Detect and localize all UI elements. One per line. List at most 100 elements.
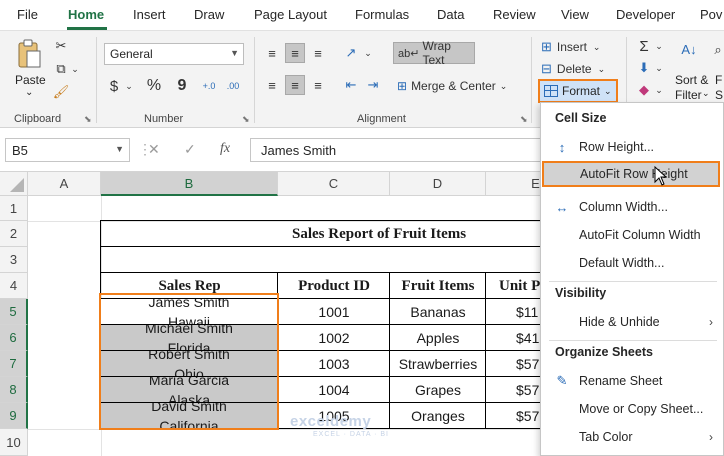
select-all-corner[interactable] xyxy=(0,172,28,196)
comma-style-button[interactable]: 9 xyxy=(172,75,192,97)
row-header-7[interactable]: 7 xyxy=(0,351,28,377)
currency-button[interactable]: $ xyxy=(104,75,124,97)
menu-item-row-height[interactable]: ↕ Row Height... xyxy=(541,134,723,160)
row-header-10[interactable]: 10 xyxy=(0,429,28,456)
format-painter-icon[interactable]: 🖌 xyxy=(53,84,70,100)
enter-icon[interactable]: ✓ xyxy=(184,141,196,158)
sort-filter-label-2[interactable]: Filter xyxy=(675,88,702,102)
tab-insert[interactable]: Insert xyxy=(133,7,166,22)
tab-data[interactable]: Data xyxy=(437,7,464,22)
number-launcher-icon[interactable]: ⬊ xyxy=(242,114,250,125)
unit-price-cell[interactable]: $41 xyxy=(486,325,546,351)
sales-rep-cell[interactable]: Maria Garcia Alaska xyxy=(101,377,277,403)
align-left-icon[interactable]: ≡ xyxy=(262,75,282,95)
clipboard-launcher-icon[interactable]: ⬊ xyxy=(84,114,92,125)
format-cells-button[interactable]: Format ⌄ xyxy=(538,79,618,103)
menu-item-hide-unhide[interactable]: Hide & Unhide › xyxy=(541,309,723,335)
delete-cells-button[interactable]: ⊟ Delete ⌄ xyxy=(541,59,621,79)
find-select-icon[interactable]: ⌕ xyxy=(712,39,724,61)
find-select-label-1[interactable]: F xyxy=(715,73,722,87)
tab-draw[interactable]: Draw xyxy=(194,7,224,22)
copy-dropdown-icon[interactable]: ⌄ xyxy=(70,61,80,77)
fruit-item-cell[interactable]: Oranges xyxy=(390,403,486,429)
insert-function-icon[interactable]: fx xyxy=(220,141,230,157)
unit-price-cell[interactable]: $57 xyxy=(486,377,546,403)
tab-developer[interactable]: Developer xyxy=(616,7,675,22)
increase-indent-icon[interactable]: ⇥ xyxy=(363,75,383,95)
menu-item-rename-sheet[interactable]: ✎ Rename Sheet xyxy=(541,368,723,394)
find-select-label-2[interactable]: S xyxy=(715,88,723,102)
clear-dropdown-icon[interactable]: ⌄ xyxy=(654,81,664,99)
align-center-icon[interactable]: ≡ xyxy=(285,75,305,95)
orientation-icon[interactable]: ↗ xyxy=(341,43,361,63)
align-top-icon[interactable]: ≡ xyxy=(262,43,282,63)
tab-view[interactable]: View xyxy=(561,7,589,22)
row-header-1[interactable]: 1 xyxy=(0,196,28,221)
product-id-cell[interactable]: 1001 xyxy=(278,299,390,325)
wrap-text-button[interactable]: ab↵ Wrap Text xyxy=(393,39,475,67)
header-fruit-items[interactable]: Fruit Items xyxy=(390,273,486,299)
row-header-2[interactable]: 2 xyxy=(0,221,28,247)
menu-item-move-copy-sheet[interactable]: Move or Copy Sheet... xyxy=(541,396,723,422)
orientation-dropdown-icon[interactable]: ⌄ xyxy=(363,43,373,63)
sort-filter-icon[interactable]: A↓ xyxy=(678,37,700,61)
alignment-launcher-icon[interactable]: ⬊ xyxy=(520,114,528,125)
column-header-a[interactable]: A xyxy=(28,172,101,196)
fill-icon[interactable]: ⬇ xyxy=(636,59,652,77)
column-header-c[interactable]: C xyxy=(278,172,390,196)
insert-cells-button[interactable]: ⊞ Insert ⌄ xyxy=(541,37,621,57)
sales-rep-cell[interactable]: Robert Smith Ohio xyxy=(101,351,277,377)
increase-decimal-button[interactable]: +.0 xyxy=(198,75,220,97)
cut-icon[interactable]: ✂ xyxy=(53,38,69,54)
name-box[interactable]: B5 ▼ xyxy=(5,138,130,162)
row-header-8[interactable]: 8 xyxy=(0,377,28,403)
header-unit-price[interactable]: Unit P xyxy=(486,273,546,299)
tab-page-layout[interactable]: Page Layout xyxy=(254,7,327,22)
product-id-cell[interactable]: 1002 xyxy=(278,325,390,351)
row-header-5[interactable]: 5 xyxy=(0,299,28,325)
sales-rep-cell[interactable]: David Smith California xyxy=(101,403,277,429)
row-header-4[interactable]: 4 xyxy=(0,273,28,299)
sort-filter-label-1[interactable]: Sort & xyxy=(675,73,708,87)
tab-power[interactable]: Pov xyxy=(700,7,722,22)
autosum-icon[interactable]: Σ xyxy=(636,37,652,55)
cancel-icon[interactable]: ✕ xyxy=(148,141,160,158)
header-product-id[interactable]: Product ID xyxy=(278,273,390,299)
decrease-decimal-button[interactable]: .00 xyxy=(222,75,244,97)
unit-price-cell[interactable]: $57 xyxy=(486,403,546,429)
menu-item-autofit-row-height[interactable]: AutoFit Row Height xyxy=(542,161,720,187)
sales-rep-cell[interactable]: James Smith Hawaii xyxy=(101,299,277,325)
decrease-indent-icon[interactable]: ⇤ xyxy=(341,75,361,95)
align-right-icon[interactable]: ≡ xyxy=(308,75,328,95)
fill-dropdown-icon[interactable]: ⌄ xyxy=(654,59,664,77)
merge-center-button[interactable]: ⊞ Merge & Center ⌄ xyxy=(393,75,509,97)
column-header-b[interactable]: B xyxy=(101,172,278,196)
row-header-3[interactable]: 3 xyxy=(0,247,28,273)
unit-price-cell[interactable]: $57 xyxy=(486,351,546,377)
paste-dropdown-icon[interactable]: ⌄ xyxy=(25,87,33,98)
row-header-9[interactable]: 9 xyxy=(0,403,28,429)
fruit-item-cell[interactable]: Strawberries xyxy=(390,351,486,377)
copy-icon[interactable]: ⧉ xyxy=(53,61,69,77)
sales-rep-cell[interactable]: Michael Smith Florida xyxy=(101,325,277,351)
clear-icon[interactable]: ◆ xyxy=(636,81,652,99)
menu-item-default-width[interactable]: Default Width... xyxy=(541,250,723,276)
number-format-select[interactable]: General ▼ xyxy=(104,43,244,65)
tab-home[interactable]: Home xyxy=(68,7,104,22)
tab-review[interactable]: Review xyxy=(493,7,536,22)
paste-label[interactable]: Paste xyxy=(15,73,46,87)
menu-item-column-width[interactable]: ↔ Column Width... xyxy=(541,194,723,220)
menu-item-tab-color[interactable]: Tab Color › xyxy=(541,424,723,450)
product-id-cell[interactable]: 1003 xyxy=(278,351,390,377)
fruit-item-cell[interactable]: Bananas xyxy=(390,299,486,325)
percent-button[interactable]: % xyxy=(143,75,165,97)
unit-price-cell[interactable]: $11 xyxy=(486,299,546,325)
align-bottom-icon[interactable]: ≡ xyxy=(308,43,328,63)
column-header-d[interactable]: D xyxy=(390,172,486,196)
currency-dropdown-icon[interactable]: ⌄ xyxy=(124,75,134,97)
tab-file[interactable]: File xyxy=(17,7,38,22)
autosum-dropdown-icon[interactable]: ⌄ xyxy=(654,37,664,55)
fruit-item-cell[interactable]: Grapes xyxy=(390,377,486,403)
menu-item-autofit-column-width[interactable]: AutoFit Column Width xyxy=(541,222,723,248)
fruit-item-cell[interactable]: Apples xyxy=(390,325,486,351)
